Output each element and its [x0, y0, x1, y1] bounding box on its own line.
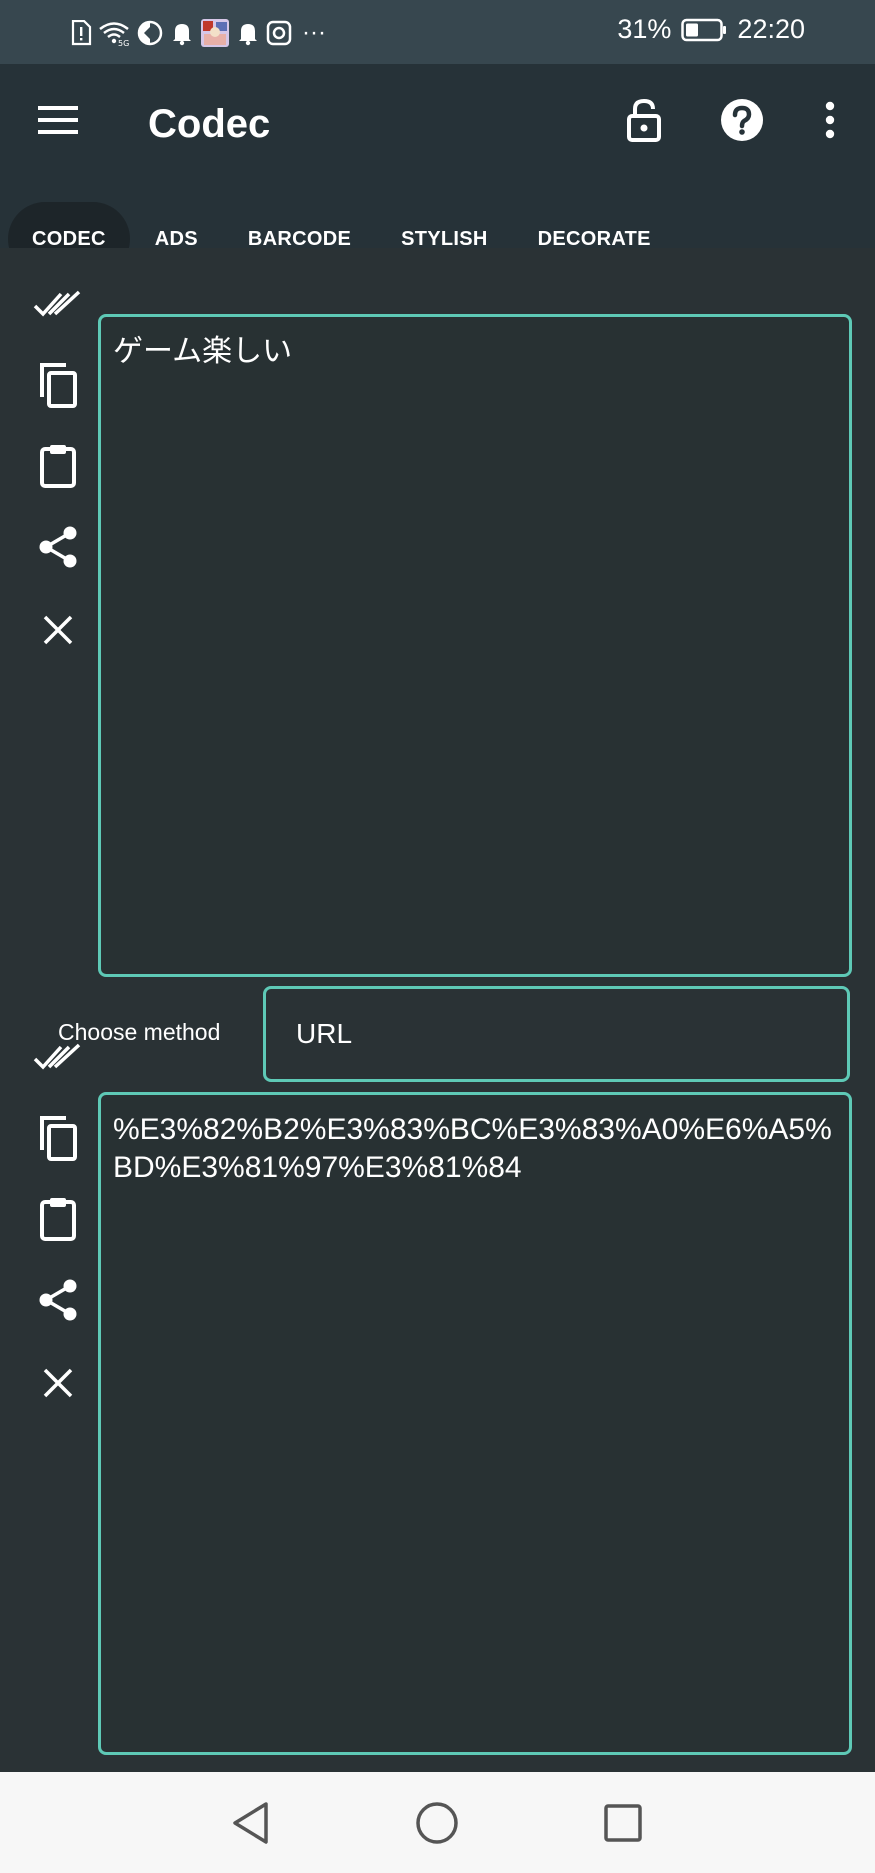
home-icon	[416, 1802, 458, 1844]
more-notifications-indicator: ···	[302, 19, 326, 46]
input-clear-button[interactable]	[28, 600, 88, 660]
output-share-button[interactable]	[28, 1270, 88, 1330]
game-app-icon	[201, 19, 229, 47]
menu-button[interactable]	[28, 90, 88, 150]
back-icon	[233, 1802, 268, 1844]
lock-button[interactable]	[614, 90, 674, 150]
clock: 22:20	[737, 14, 805, 44]
bell-icon	[173, 24, 191, 46]
system-navigation-bar	[0, 1772, 875, 1873]
menu-icon	[38, 106, 78, 134]
paste-icon	[40, 1198, 76, 1241]
battery-percent: 31%	[617, 14, 672, 44]
camera-app-icon	[266, 20, 292, 46]
home-button[interactable]	[410, 1796, 464, 1850]
output-clear-button[interactable]	[28, 1353, 88, 1413]
clear-icon	[43, 615, 73, 645]
select-all-icon	[33, 290, 81, 317]
battery-icon	[681, 18, 727, 41]
input-paste-button[interactable]	[28, 436, 88, 496]
svg-text:5G: 5G	[118, 39, 129, 46]
wifi-icon: 5G	[99, 22, 129, 46]
share-icon	[39, 1279, 77, 1321]
output-text-area[interactable]: %E3%82%B2%E3%83%BC%E3%83%A0%E6%A5%BD%E3%…	[98, 1092, 852, 1755]
codec-panel: ゲーム楽しい Choose method URL %E3%82%B2%E3%83…	[0, 248, 875, 1772]
help-button[interactable]	[712, 90, 772, 150]
input-copy-button[interactable]	[28, 356, 88, 416]
back-button[interactable]	[224, 1796, 278, 1850]
copy-icon	[40, 1116, 77, 1161]
overflow-menu-button[interactable]	[800, 90, 860, 150]
system-status: 31% 22:20	[617, 14, 805, 45]
input-text-area[interactable]: ゲーム楽しい	[98, 314, 852, 977]
output-paste-button[interactable]	[28, 1189, 88, 1249]
app-title: Codec	[148, 102, 271, 146]
half-moon-icon	[137, 20, 163, 46]
recents-icon	[604, 1804, 642, 1842]
output-select-all-button[interactable]	[28, 1027, 88, 1087]
output-copy-button[interactable]	[28, 1109, 88, 1169]
paste-icon	[40, 445, 76, 488]
app-bar: Codec CODEC ADS BARCODE STYLISH DECORATE	[0, 64, 875, 276]
recents-button[interactable]	[596, 1796, 650, 1850]
copy-icon	[40, 363, 77, 408]
method-row: Choose method URL	[0, 985, 875, 1083]
alert-document-icon	[71, 20, 92, 46]
method-select[interactable]: URL	[263, 986, 850, 1082]
help-icon	[721, 99, 763, 141]
clear-icon	[43, 1368, 73, 1398]
share-icon	[39, 526, 77, 568]
notification-icons: 5G ···	[70, 16, 326, 50]
status-bar: 5G ··· 31% 22:20	[0, 0, 875, 64]
input-share-button[interactable]	[28, 517, 88, 577]
bell-icon	[239, 24, 257, 46]
select-all-icon	[33, 1043, 81, 1070]
lock-open-icon	[627, 98, 661, 142]
more-vert-icon	[825, 101, 835, 139]
input-select-all-button[interactable]	[28, 274, 88, 334]
